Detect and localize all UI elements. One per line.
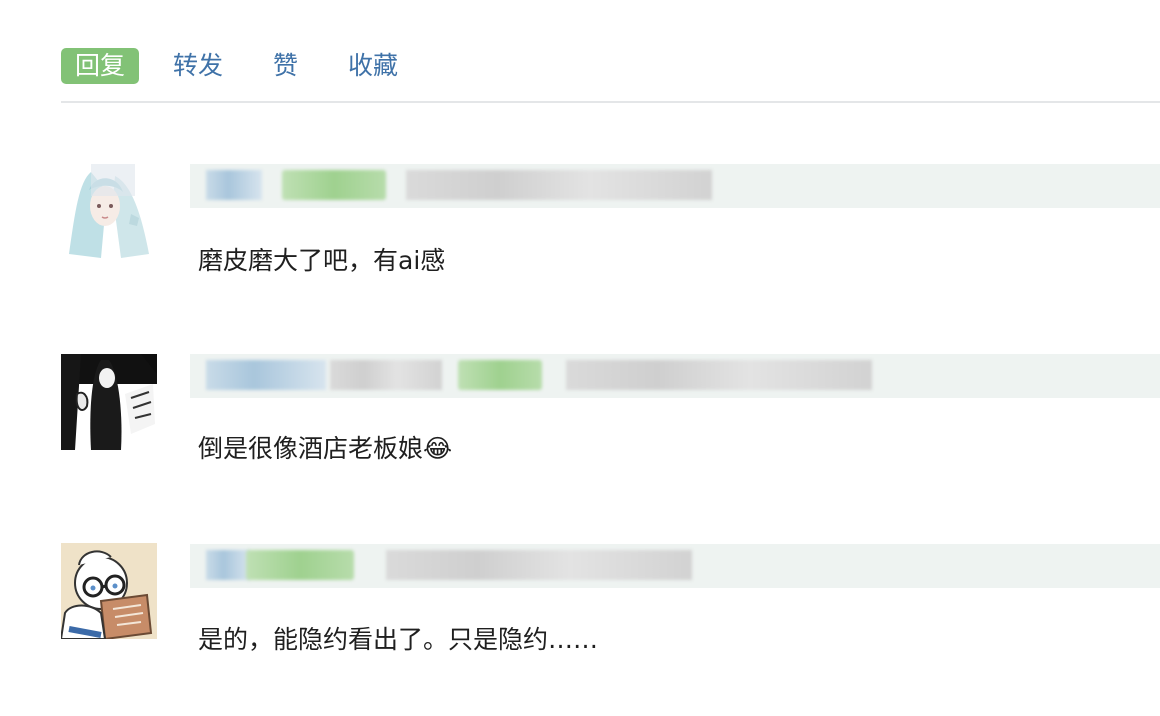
action-bar: 回复 转发 赞 收藏 xyxy=(61,46,398,86)
anime-girl-avatar[interactable] xyxy=(61,162,157,258)
divider xyxy=(61,101,1160,103)
comment-meta-redacted xyxy=(190,164,1160,208)
comment-section: 回复 转发 赞 收藏 磨皮磨大了吧，有ai感 倒是很像酒店老板娘😂 是的，能隐约… xyxy=(0,0,1160,716)
ink-figure-avatar[interactable] xyxy=(61,354,157,450)
comment-text: 磨皮磨大了吧，有ai感 xyxy=(198,246,446,275)
reply-button[interactable]: 回复 xyxy=(61,48,140,84)
favorite-button[interactable]: 收藏 xyxy=(348,48,398,84)
comment-meta-redacted xyxy=(190,544,1160,588)
comment-text: 倒是很像酒店老板娘😂 xyxy=(198,434,453,463)
comment-text: 是的，能隐约看出了。只是隐约…… xyxy=(198,625,599,654)
reading-character-avatar[interactable] xyxy=(61,543,157,639)
comment-meta-redacted xyxy=(190,354,1160,398)
like-button[interactable]: 赞 xyxy=(273,48,298,84)
forward-button[interactable]: 转发 xyxy=(173,48,223,84)
